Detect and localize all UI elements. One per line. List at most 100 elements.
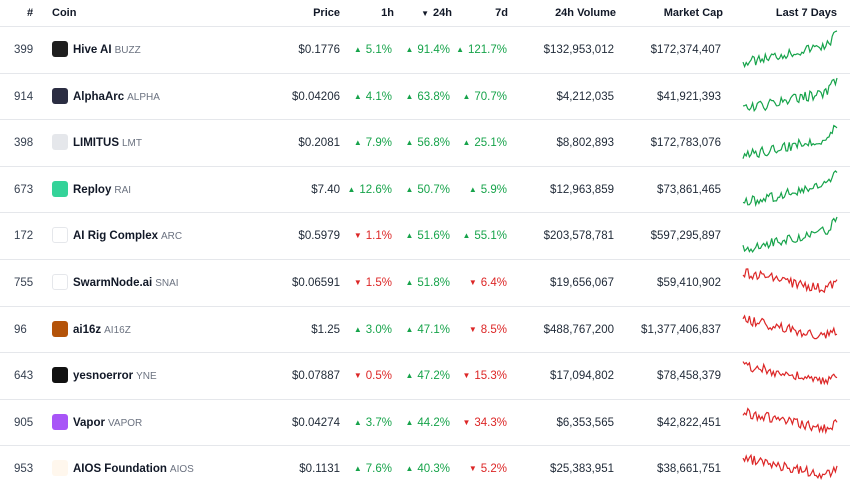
triangle-down-icon: ▼ <box>353 278 362 287</box>
market-cap: $78,458,379 <box>657 370 721 383</box>
sparkline-path <box>742 30 838 69</box>
change-h1: ▼ 1.5% <box>353 277 392 289</box>
coin-symbol: ALPHA <box>127 91 160 103</box>
coin-name[interactable]: SwarmNode.ai SNAI <box>73 277 179 289</box>
volume: $4,212,035 <box>556 90 614 103</box>
coin-name[interactable]: Vapor VAPOR <box>73 417 142 429</box>
market-cap: $41,921,393 <box>657 90 721 103</box>
header-7d[interactable]: 7d <box>495 7 508 19</box>
change-d7: ▲ 70.7% <box>462 90 507 103</box>
table-row[interactable]: 398 LIMITUS LMT $0.2081 ▲ 7.9% ▲ 56.8% ▲ 25.… <box>0 119 850 166</box>
sparkline-path <box>742 217 838 254</box>
volume: $19,656,067 <box>550 277 614 289</box>
triangle-up-icon: ▲ <box>405 324 414 334</box>
volume: $8,802,893 <box>556 137 614 150</box>
coin-name[interactable]: LIMITUS LMT <box>73 137 142 149</box>
header-price[interactable]: Price <box>313 7 340 19</box>
sparkline-7d <box>742 268 838 294</box>
table-row[interactable]: 914 AlphaArc ALPHA $0.04206 ▲ 4.1% ▲ 63.8% … <box>0 72 850 120</box>
change-h24: ▲ 40.3% <box>405 463 450 476</box>
header-1h[interactable]: 1h <box>381 7 394 19</box>
market-cap: $172,783,076 <box>650 137 721 150</box>
table-row[interactable]: 953 AIOS Foundation AIOS $0.1131 ▲ 7.6% ▲ 4… <box>0 445 850 492</box>
change-d7: ▼ 6.4% <box>468 277 507 289</box>
sparkline-7d <box>742 361 838 386</box>
price: $0.1131 <box>299 463 340 476</box>
price: $0.07887 <box>292 370 340 383</box>
coin-symbol: BUZZ <box>114 45 141 56</box>
table-row[interactable]: 755 SwarmNode.ai SNAI $0.06591 ▼ 1.5% ▲ 51.… <box>0 259 850 306</box>
change-h24: ▲ 63.8% <box>405 90 450 103</box>
triangle-down-icon: ▼ <box>462 371 471 381</box>
yne-icon <box>52 367 68 384</box>
change-h24: ▲ 91.4% <box>405 44 450 56</box>
coin-name[interactable]: ai16z AI16Z <box>73 324 131 336</box>
table-row[interactable]: 643 yesnoerror YNE $0.07887 ▼ 0.5% ▲ 47.2% … <box>0 352 850 399</box>
header-coin[interactable]: Coin <box>52 7 76 19</box>
header-rank[interactable]: # <box>27 7 33 19</box>
rank: 172 <box>14 230 34 243</box>
header-24h-label: 24h <box>433 7 452 19</box>
coin-name[interactable]: yesnoerror YNE <box>73 370 157 382</box>
coin-table: # Coin Price 1h ▼ 24h 7d 24h Volume Marke… <box>0 0 850 492</box>
volume: $6,353,565 <box>556 416 614 429</box>
coin-name[interactable]: AlphaArc ALPHA <box>73 91 160 103</box>
coin-symbol: RAI <box>114 184 132 196</box>
triangle-up-icon: ▲ <box>405 371 414 381</box>
triangle-up-icon: ▲ <box>405 45 414 54</box>
sparkline-7d <box>742 30 838 69</box>
coin-name-label: AlphaArc <box>73 90 125 103</box>
sparkline-path <box>742 361 838 386</box>
market-cap: $597,295,897 <box>650 230 721 243</box>
header-24h[interactable]: ▼ 24h <box>421 7 452 19</box>
change-h24: ▲ 50.7% <box>405 183 450 196</box>
market-cap: $59,410,902 <box>657 277 721 289</box>
triangle-down-icon: ▼ <box>353 371 362 381</box>
rank: 96 <box>14 323 27 336</box>
triangle-up-icon: ▲ <box>405 278 414 287</box>
sparkline-path <box>742 169 838 207</box>
header-market-cap[interactable]: Market Cap <box>664 7 723 19</box>
coin-name[interactable]: AIOS Foundation AIOS <box>73 463 194 475</box>
sparkline-path <box>742 454 838 481</box>
price: $0.04206 <box>292 90 340 103</box>
table-row[interactable]: 905 Vapor VAPOR $0.04274 ▲ 3.7% ▲ 44.2% ▼ 34… <box>0 398 850 446</box>
table-row[interactable]: 96 ai16z AI16Z $1.25 ▲ 3.0% ▲ 47.1% ▼ 8.5% $… <box>0 305 850 353</box>
change-h24: ▲ 47.1% <box>405 323 450 336</box>
coin-symbol: VAPOR <box>107 417 143 429</box>
coin-name-label: AIOS Foundation <box>73 463 167 476</box>
volume: $12,963,859 <box>550 183 614 196</box>
change-d7: ▲ 121.7% <box>456 44 507 56</box>
triangle-down-icon: ▼ <box>462 417 471 427</box>
coin-name[interactable]: AI Rig Complex ARC <box>73 230 182 242</box>
sparkline-7d <box>742 169 838 207</box>
table-row[interactable]: 172 AI Rig Complex ARC $0.5979 ▼ 1.1% ▲ 51.… <box>0 212 850 259</box>
sparkline-7d <box>742 313 838 339</box>
sparkline-path <box>742 77 838 112</box>
triangle-up-icon: ▲ <box>353 324 362 334</box>
triangle-down-icon: ▼ <box>353 231 362 241</box>
limitus-icon <box>52 134 68 151</box>
coin-symbol: ARC <box>160 231 183 243</box>
triangle-down-icon: ▼ <box>468 324 477 334</box>
table-row[interactable]: 399 Hive AI BUZZ $0.1776 ▲ 5.1% ▲ 91.4% ▲ 12… <box>0 26 850 73</box>
triangle-up-icon: ▲ <box>405 231 414 241</box>
header-volume[interactable]: 24h Volume <box>555 7 616 19</box>
price: $7.40 <box>311 183 340 196</box>
triangle-down-icon: ▼ <box>468 464 477 474</box>
coin-name[interactable]: Reploy RAI <box>73 184 131 196</box>
arc-icon <box>52 87 68 104</box>
triangle-up-icon: ▲ <box>405 91 414 101</box>
price: $0.2081 <box>298 137 340 150</box>
change-h1: ▼ 0.5% <box>353 370 392 383</box>
rank: 914 <box>14 90 34 103</box>
sparkline-7d <box>742 124 838 160</box>
market-cap: $38,661,751 <box>657 463 721 476</box>
coin-name[interactable]: Hive AI BUZZ <box>73 44 141 56</box>
volume: $203,578,781 <box>543 230 614 243</box>
change-d7: ▲ 25.1% <box>462 137 507 150</box>
table-row[interactable]: 673 Reploy RAI $7.40 ▲ 12.6% ▲ 50.7% ▲ 5.9% … <box>0 165 850 213</box>
change-d7: ▼ 5.2% <box>468 463 507 476</box>
sparkline-7d <box>742 454 838 481</box>
sparkline-path <box>742 313 838 339</box>
